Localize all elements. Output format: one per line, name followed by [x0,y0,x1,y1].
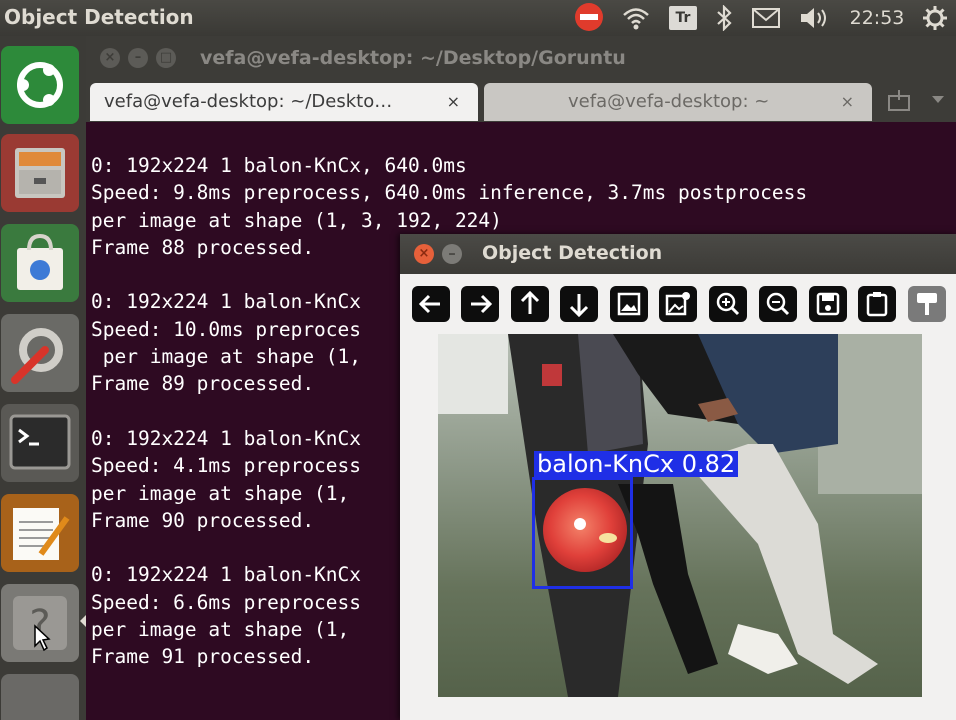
close-icon[interactable]: × [414,244,434,264]
detection-titlebar: × – Object Detection [400,234,956,274]
object-detection-window: × – Object Detection balon-KnCx 0.82 [400,234,956,720]
detection-label: balon-KnCx 0.82 [534,451,739,477]
bluetooth-icon[interactable] [712,4,736,32]
zoom-out-icon[interactable] [759,286,797,322]
terminal-icon[interactable] [1,404,79,482]
volume-icon[interactable] [798,4,832,32]
software-center-icon[interactable] [1,224,79,302]
minimize-icon[interactable]: – [128,48,148,68]
drive-icon[interactable] [1,674,79,720]
help-icon[interactable]: ? [1,584,79,662]
block-icon[interactable] [573,3,605,32]
clock[interactable]: 22:53 [846,4,908,32]
maximize-icon[interactable]: □ [156,48,176,68]
tab-close-icon[interactable]: × [841,83,854,121]
wifi-icon[interactable] [620,4,652,32]
terminal-line: 0: 192x224 1 balon-KnCx, 640.0ms [91,154,467,177]
minimize-icon[interactable]: – [442,244,462,264]
image-edit-icon[interactable] [659,286,697,322]
system-settings-icon[interactable] [1,314,79,392]
tab-terminal-1[interactable]: vefa@vefa-desktop: ~/Deskto… × [90,83,478,121]
terminal-tabbar: vefa@vefa-desktop: ~/Deskto… × vefa@vefa… [86,80,956,122]
terminal-line: per image at shape (1, 3, 192, 224) [91,208,502,232]
text-editor-icon[interactable] [1,494,79,572]
ubuntu-dash-icon[interactable] [1,46,79,124]
arrow-up-icon[interactable] [511,286,549,322]
mail-icon[interactable] [750,4,782,32]
camera-frame-image [438,334,922,697]
top-panel: Object Detection Tr 22:53 [0,0,956,36]
image-icon[interactable] [610,286,648,322]
zoom-in-icon[interactable] [709,286,747,322]
detection-bounding-box [532,477,633,589]
detection-toolbar [400,274,956,330]
detection-frame[interactable]: balon-KnCx 0.82 [438,334,922,697]
save-icon[interactable] [809,286,847,322]
new-tab-icon[interactable] [886,88,912,114]
tab-close-icon[interactable]: × [447,83,460,121]
tab-label: vefa@vefa-desktop: ~ [568,91,770,112]
files-icon[interactable] [1,134,79,212]
arrow-right-icon[interactable] [461,286,499,322]
launcher: ? [0,36,86,720]
terminal-line: Speed: 9.8ms preprocess, 640.0ms inferen… [91,181,808,205]
terminal-titlebar: × – □ vefa@vefa-desktop: ~/Desktop/Gorun… [86,36,956,80]
arrow-down-icon[interactable] [560,286,598,322]
detection-window-title: Object Detection [482,242,663,264]
terminal-title: vefa@vefa-desktop: ~/Desktop/Goruntu [200,47,626,69]
tab-menu-icon[interactable] [932,96,944,103]
app-title: Object Detection [4,5,194,29]
keyboard-layout-indicator[interactable]: Tr [669,6,697,30]
arrow-left-icon[interactable] [412,286,450,322]
tab-terminal-2[interactable]: vefa@vefa-desktop: ~ × [484,83,872,121]
gear-icon[interactable] [920,4,950,32]
tab-label: vefa@vefa-desktop: ~/Deskto… [104,91,393,112]
clipboard-icon[interactable] [858,286,896,322]
close-icon[interactable]: × [100,48,120,68]
brush-icon[interactable] [908,286,946,322]
